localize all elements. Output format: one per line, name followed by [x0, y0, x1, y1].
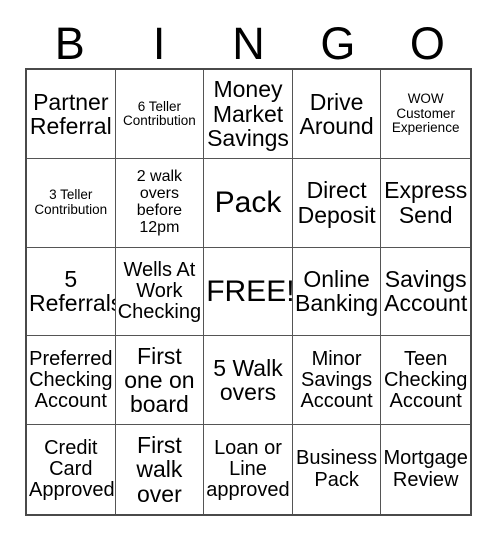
- bingo-header-letter-n: N: [232, 18, 265, 69]
- bingo-header-letter-g: G: [320, 18, 356, 69]
- bingo-cell-label: Savings Account: [384, 266, 468, 317]
- bingo-cell-label: Loan or Line approved: [206, 436, 290, 502]
- bingo-cell-label: Online Banking: [295, 266, 379, 317]
- bingo-cell[interactable]: Mortgage Review: [381, 425, 470, 514]
- bingo-cell[interactable]: 6 Teller Contribution: [115, 70, 205, 159]
- bingo-cell-label: 6 Teller Contribution: [122, 98, 196, 128]
- bingo-cell-label: Pack: [214, 185, 282, 219]
- bingo-cell-free[interactable]: FREE!: [204, 247, 293, 337]
- bingo-cell-label: 2 walk overs before 12pm: [136, 167, 183, 236]
- bingo-cell[interactable]: 5 Walk overs: [204, 336, 293, 426]
- bingo-cell[interactable]: Direct Deposit: [292, 158, 382, 248]
- bingo-cell[interactable]: Minor Savings Account: [292, 336, 382, 426]
- bingo-cell-label: Drive Around: [299, 88, 374, 139]
- bingo-header-letter-i: I: [152, 18, 166, 69]
- bingo-cell[interactable]: Money Market Savings: [204, 70, 293, 159]
- bingo-cell-label: First walk over: [136, 432, 183, 507]
- bingo-cell-label: Direct Deposit: [297, 177, 376, 228]
- bingo-cell[interactable]: 5 Referrals: [27, 247, 116, 337]
- bingo-cell[interactable]: First one on board: [115, 336, 205, 426]
- bingo-cell[interactable]: First walk over: [116, 425, 205, 514]
- bingo-cell[interactable]: Partner Referral: [27, 70, 116, 159]
- bingo-cell-label: Teen Checking Account: [383, 347, 468, 412]
- bingo-header-letter-o: O: [409, 18, 445, 69]
- bingo-cell[interactable]: Teen Checking Account: [381, 336, 470, 426]
- bingo-cell[interactable]: Business Pack: [293, 425, 382, 514]
- bingo-cell-label: FREE!: [206, 274, 293, 308]
- bingo-cell[interactable]: WOW Customer Experience: [381, 70, 470, 159]
- bingo-cell[interactable]: Wells At Work Checking: [115, 247, 205, 337]
- bingo-cell[interactable]: Drive Around: [292, 70, 382, 159]
- bingo-cell-label: Express Send: [384, 177, 468, 228]
- bingo-cell[interactable]: Loan or Line approved: [204, 425, 293, 514]
- bingo-grid: Partner Referral 6 Teller Contribution M…: [25, 68, 472, 516]
- bingo-cell-label: WOW Customer Experience: [391, 91, 460, 136]
- bingo-cell-label: Wells At Work Checking: [117, 258, 202, 324]
- bingo-cell-label: Money Market Savings: [207, 76, 289, 152]
- bingo-cell-label: Preferred Checking Account: [29, 347, 113, 412]
- bingo-cell[interactable]: 3 Teller Contribution: [27, 158, 116, 248]
- bingo-cell[interactable]: Pack: [204, 158, 293, 248]
- bingo-card: B I N G O Partner Referral 6 Teller Cont…: [0, 0, 500, 544]
- bingo-cell-label: Mortgage Review: [383, 447, 468, 491]
- bingo-cell[interactable]: Online Banking: [292, 247, 382, 337]
- bingo-cell-label: Credit Card Approved: [29, 436, 115, 502]
- bingo-cell-label: Partner Referral: [29, 88, 112, 139]
- bingo-header-letter-b: B: [54, 18, 85, 69]
- bingo-cell[interactable]: Credit Card Approved: [27, 425, 116, 514]
- bingo-cell[interactable]: Preferred Checking Account: [27, 336, 116, 426]
- bingo-cell-label: First one on board: [124, 342, 195, 418]
- bingo-cell-label: Minor Savings Account: [300, 347, 373, 412]
- bingo-cell-label: Business Pack: [296, 447, 378, 491]
- bingo-cell-label: 3 Teller Contribution: [34, 187, 108, 217]
- bingo-cell-label: 5 Walk overs: [213, 354, 283, 406]
- bingo-cell[interactable]: Express Send: [381, 159, 470, 248]
- bingo-header-row: B I N G O: [25, 16, 472, 68]
- bingo-cell[interactable]: Savings Account: [381, 248, 470, 337]
- bingo-cell-label: 5 Referrals: [29, 266, 116, 317]
- bingo-cell[interactable]: 2 walk overs before 12pm: [115, 158, 205, 248]
